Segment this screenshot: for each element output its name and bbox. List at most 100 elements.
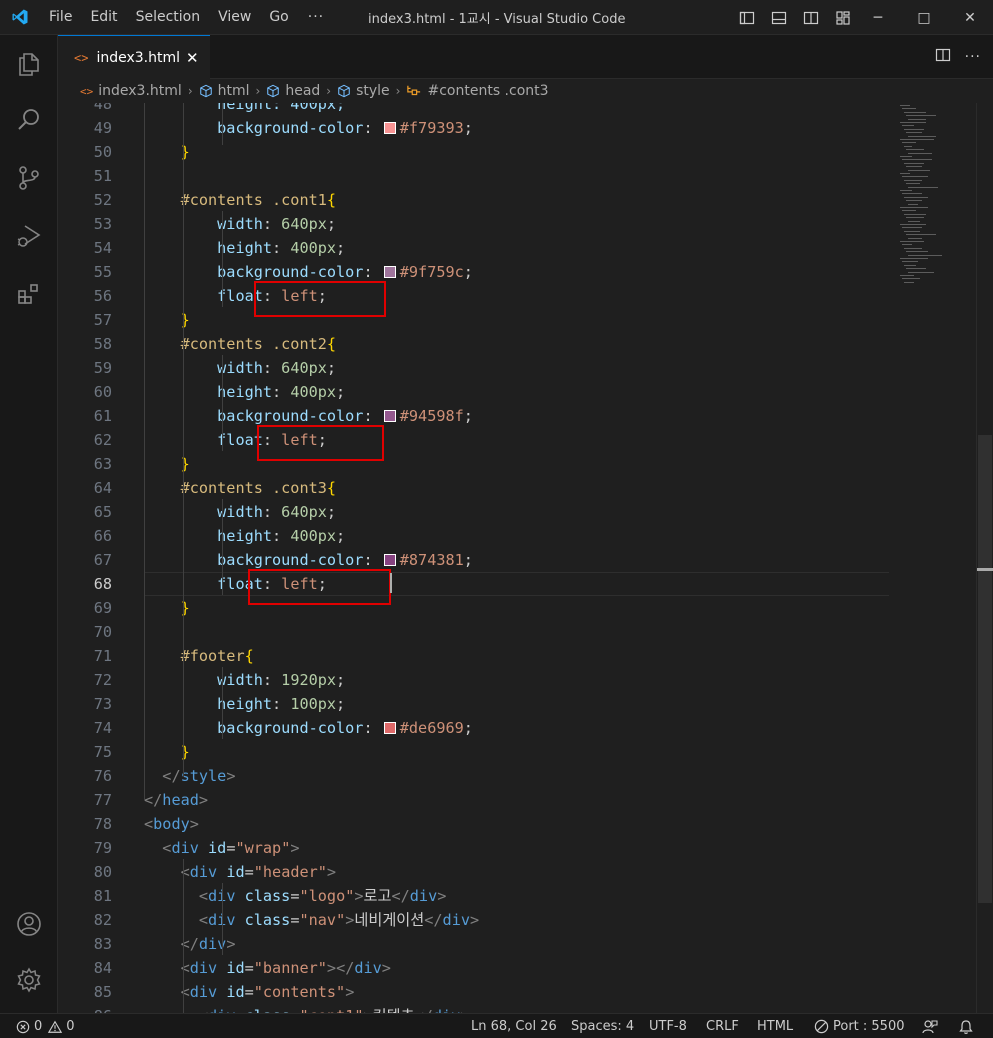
toggle-panel-icon[interactable] xyxy=(766,5,792,31)
menu-view[interactable]: View xyxy=(209,0,260,35)
breadcrumb: <> index3.html › html › head › style › #… xyxy=(58,79,993,103)
line-number: 60 xyxy=(93,383,112,401)
explorer-icon[interactable] xyxy=(0,40,58,88)
color-swatch[interactable] xyxy=(383,266,396,278)
split-editor-icon[interactable] xyxy=(935,47,951,67)
code-line[interactable]: 78 <body> xyxy=(58,812,888,836)
minimize-button[interactable]: ─ xyxy=(855,0,901,35)
vertical-scrollbar[interactable] xyxy=(976,103,993,1013)
chevron-right-icon: › xyxy=(187,84,193,98)
minimap-line xyxy=(900,139,934,140)
source-control-icon[interactable] xyxy=(0,154,58,202)
menu-go[interactable]: Go xyxy=(260,0,297,35)
more-actions-icon[interactable]: ··· xyxy=(965,49,981,65)
code-token: < xyxy=(144,815,154,833)
feedback-icon[interactable] xyxy=(922,1014,938,1038)
manage-gear-icon[interactable] xyxy=(0,956,58,1004)
code-line[interactable]: 79 <div id="wrap"> xyxy=(58,836,888,860)
minimap-line xyxy=(908,186,938,188)
code-token: > xyxy=(189,815,199,833)
code-token: ; xyxy=(326,215,337,233)
color-swatch[interactable] xyxy=(383,122,396,134)
language-mode[interactable]: HTML xyxy=(757,1014,793,1038)
toggle-secondary-sidebar-icon[interactable] xyxy=(798,5,824,31)
code-line[interactable]: 77 </head> xyxy=(58,788,888,812)
indent-guide xyxy=(222,355,223,451)
color-swatch[interactable] xyxy=(383,722,396,734)
html-file-icon: <> xyxy=(80,84,94,98)
customize-layout-icon[interactable] xyxy=(830,5,856,31)
toggle-primary-sidebar-icon[interactable] xyxy=(734,5,760,31)
line-number: 74 xyxy=(93,719,112,737)
minimap-line xyxy=(904,196,928,198)
menu-selection[interactable]: Selection xyxy=(127,0,210,35)
code-token: class xyxy=(235,911,291,929)
code-token: 640px xyxy=(281,503,327,521)
line-number: 61 xyxy=(93,407,112,425)
code-token: #contents .cont3 xyxy=(180,479,327,497)
line-number: 73 xyxy=(93,695,112,713)
line-number: 52 xyxy=(93,191,112,209)
run-debug-icon[interactable] xyxy=(0,212,58,260)
color-swatch[interactable] xyxy=(383,554,396,566)
eol-setting[interactable]: CRLF xyxy=(706,1014,739,1038)
code-token: : xyxy=(262,671,282,689)
close-window-button[interactable]: ✕ xyxy=(947,0,993,35)
code-token: } xyxy=(180,311,190,329)
code-token: ; xyxy=(336,383,346,401)
line-number: 72 xyxy=(93,671,112,689)
breadcrumb-head[interactable]: head xyxy=(266,83,320,99)
minimap-line xyxy=(908,169,930,171)
menu-file[interactable]: File xyxy=(40,0,81,35)
live-server-port[interactable]: Port : 5500 xyxy=(814,1014,905,1038)
maximize-button[interactable]: □ xyxy=(901,0,947,35)
code-token: div xyxy=(442,911,470,929)
breadcrumb-file[interactable]: <> index3.html xyxy=(80,83,182,99)
code-token: head xyxy=(162,791,199,809)
extensions-icon[interactable] xyxy=(0,270,58,318)
breadcrumb-html[interactable]: html xyxy=(199,83,250,99)
color-swatch[interactable] xyxy=(383,410,396,422)
code-text: </style> xyxy=(144,764,235,788)
breadcrumb-selector[interactable]: #contents .cont3 xyxy=(406,83,549,99)
code-token: "logo" xyxy=(299,887,355,905)
line-number: 71 xyxy=(93,647,112,665)
tab-index3-html[interactable]: <> index3.html ✕ xyxy=(58,35,210,79)
minimap[interactable] xyxy=(896,103,976,303)
tab-close-icon[interactable]: ✕ xyxy=(186,49,199,67)
code-token: : xyxy=(262,503,282,521)
minimap-line xyxy=(906,132,922,134)
problems-indicator[interactable]: 0 0 xyxy=(16,1014,75,1038)
menu-edit[interactable]: Edit xyxy=(81,0,126,35)
line-number: 85 xyxy=(93,983,112,1001)
notifications-bell-icon[interactable] xyxy=(958,1014,974,1038)
editor-actions: ··· xyxy=(935,35,981,79)
breadcrumb-style[interactable]: style xyxy=(337,83,390,99)
encoding-setting[interactable]: UTF-8 xyxy=(649,1014,687,1038)
code-token: > xyxy=(326,863,337,881)
scrollbar-thumb[interactable] xyxy=(978,435,992,903)
code-editor[interactable]: 48 height: 400px; 49 background-color: #f… xyxy=(58,103,993,1013)
breadcrumb-head-label: head xyxy=(285,83,321,99)
code-text: height: 400px; xyxy=(144,524,345,548)
accounts-icon[interactable] xyxy=(0,900,58,948)
minimap-line xyxy=(906,200,922,202)
code-token: </ xyxy=(391,887,410,905)
line-number: 49 xyxy=(93,119,112,137)
cursor-position[interactable]: Ln 68, Col 26 xyxy=(471,1014,557,1038)
indentation-setting[interactable]: Spaces: 4 xyxy=(571,1014,634,1038)
code-text: #contents .cont1{ xyxy=(144,188,336,212)
minimap-line xyxy=(904,281,914,283)
menu-more-button[interactable]: ··· xyxy=(298,9,334,25)
minimap-line xyxy=(906,251,928,253)
line-number: 77 xyxy=(93,791,112,809)
code-token: ; xyxy=(463,719,473,737)
search-icon[interactable] xyxy=(0,96,58,144)
code-text: width: 640px; xyxy=(144,500,336,524)
code-token: > xyxy=(226,935,236,953)
